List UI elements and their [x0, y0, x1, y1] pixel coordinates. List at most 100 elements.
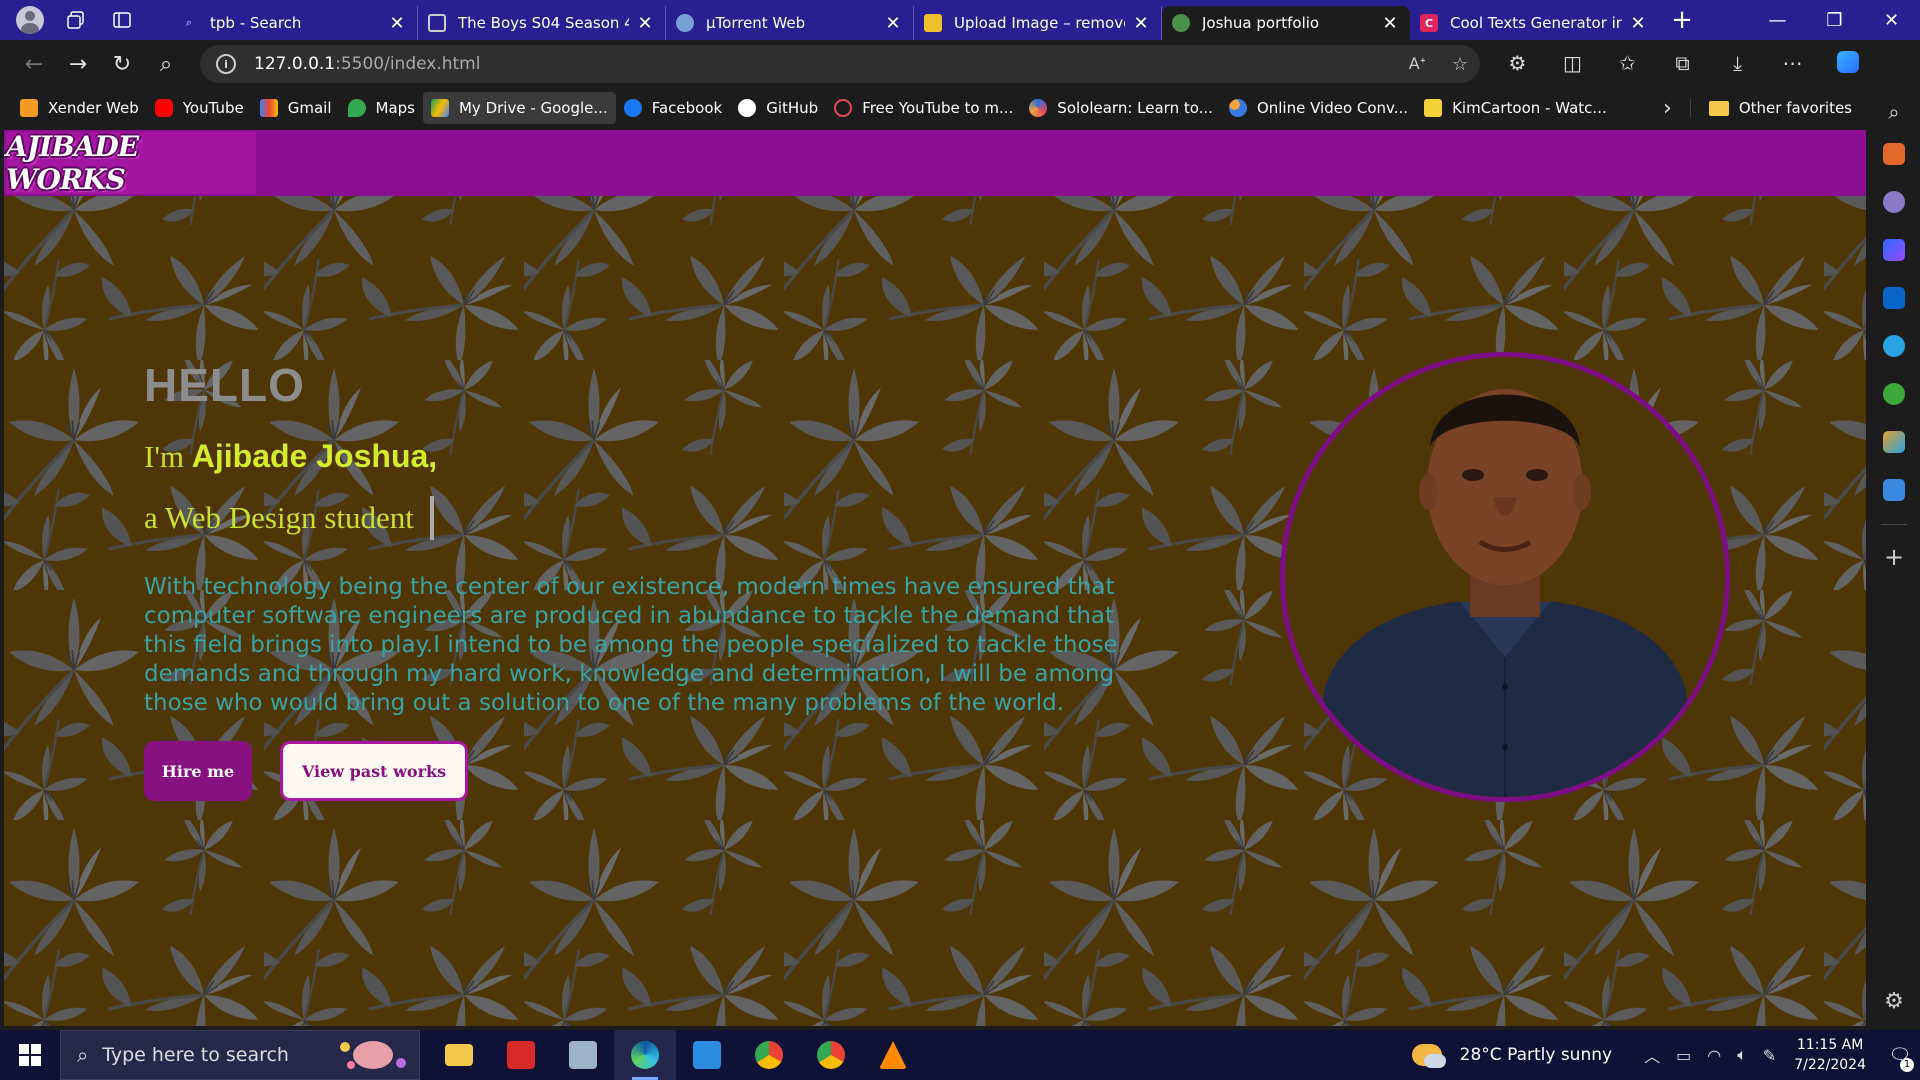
address-bar[interactable]: i 127.0.0.1:5500/index.html Aᐩ ☆: [200, 45, 1480, 83]
start-button[interactable]: [0, 1030, 60, 1080]
copilot-icon[interactable]: [1820, 50, 1875, 78]
bookmark-xender[interactable]: Xender Web: [12, 92, 147, 124]
minimize-icon[interactable]: —: [1749, 10, 1806, 31]
search-placeholder: Type here to search: [102, 1044, 289, 1066]
close-icon[interactable]: ✕: [883, 13, 903, 34]
photos-app-button[interactable]: [552, 1030, 614, 1080]
window-close-icon[interactable]: ✕: [1863, 10, 1920, 31]
bookmark-google-drive[interactable]: My Drive - Google...: [422, 92, 616, 124]
bookmark-sololearn[interactable]: Sololearn: Learn to...: [1021, 92, 1221, 124]
bookmark-youtube[interactable]: YouTube: [147, 92, 252, 124]
close-icon[interactable]: ✕: [1131, 13, 1151, 34]
notifications-icon[interactable]: 🗨︎ 1: [1880, 1045, 1920, 1072]
volume-icon[interactable]: 🔈︎: [1737, 1045, 1747, 1065]
close-icon[interactable]: ✕: [635, 13, 655, 34]
favorite-star-icon[interactable]: ☆: [1452, 54, 1468, 75]
taskbar-search[interactable]: ⌕ Type here to search: [60, 1030, 420, 1080]
bookmark-youtube-converter[interactable]: Free YouTube to m...: [826, 92, 1021, 124]
telegram-icon[interactable]: [1883, 335, 1905, 357]
bookmark-label: Xender Web: [48, 99, 139, 117]
windows-taskbar: ⌕ Type here to search 28°C Partly sunny …: [0, 1030, 1920, 1080]
chrome-icon: [817, 1041, 845, 1069]
pen-icon[interactable]: ✎: [1763, 1046, 1776, 1065]
close-icon[interactable]: ✕: [387, 13, 407, 34]
cooltext-favicon-icon: C: [1420, 14, 1438, 32]
bookmark-video-converter[interactable]: Online Video Conv...: [1221, 92, 1416, 124]
back-button[interactable]: ←: [12, 44, 56, 84]
clock[interactable]: 11:15 AM 7/22/2024: [1794, 1035, 1866, 1075]
bookmark-label: Facebook: [651, 99, 723, 117]
restore-icon[interactable]: ❐: [1806, 10, 1863, 31]
video-converter-icon: [1228, 99, 1247, 117]
github-icon: [738, 99, 757, 117]
gmail-icon: [259, 99, 278, 117]
wifi-icon[interactable]: ◠: [1707, 1046, 1721, 1065]
outlook-icon[interactable]: [1883, 287, 1905, 309]
workspaces-button[interactable]: [56, 4, 96, 36]
tab-actions-button[interactable]: [102, 4, 142, 36]
bookmark-gmail[interactable]: Gmail: [252, 92, 340, 124]
new-tab-button[interactable]: +: [1658, 5, 1706, 35]
bookmark-maps[interactable]: Maps: [340, 92, 423, 124]
close-icon[interactable]: ✕: [1380, 13, 1400, 34]
toolbar-icons: ⚙ ◫ ✩ ⧉ ⤓ ⋯: [1490, 50, 1875, 78]
profile-button[interactable]: [10, 4, 50, 36]
site-info-icon[interactable]: i: [216, 54, 236, 74]
games-icon[interactable]: [1883, 191, 1905, 213]
profile-photo: [1280, 352, 1730, 802]
sidebar-divider: [1881, 524, 1907, 525]
tree-icon[interactable]: [1883, 383, 1905, 405]
vc-app-button[interactable]: [490, 1030, 552, 1080]
hire-me-button[interactable]: Hire me: [144, 741, 252, 801]
refresh-button[interactable]: ↻: [100, 44, 144, 84]
close-icon[interactable]: ✕: [1628, 13, 1648, 34]
browser-tab-active[interactable]: Joshua portfolio ✕: [1162, 6, 1410, 40]
extensions-icon[interactable]: ⚙: [1490, 51, 1545, 78]
view-past-works-button[interactable]: View past works: [280, 741, 468, 801]
bookmark-facebook[interactable]: Facebook: [616, 92, 730, 124]
bookmark-kimcartoon[interactable]: KimCartoon - Watc...: [1416, 92, 1615, 124]
chevron-right-icon[interactable]: ›: [1645, 96, 1690, 121]
battery-icon[interactable]: ▭: [1676, 1046, 1691, 1065]
browser-tab[interactable]: µTorrent Web ✕: [666, 6, 914, 40]
add-sidebar-app-icon[interactable]: +: [1884, 543, 1904, 571]
copilot-sidebar-icon[interactable]: [1883, 239, 1905, 261]
favorites-icon[interactable]: ✩: [1600, 51, 1655, 78]
file-explorer-button[interactable]: [428, 1030, 490, 1080]
converter-icon: [834, 99, 853, 117]
chrome-profile-button[interactable]: [800, 1030, 862, 1080]
folder-icon: [1708, 100, 1729, 116]
taskbar-apps: [428, 1030, 924, 1080]
weather-text[interactable]: 28°C Partly sunny: [1460, 1045, 1612, 1065]
split-screen-icon[interactable]: ◫: [1545, 51, 1600, 78]
bookmark-github[interactable]: GitHub: [730, 92, 826, 124]
sidebar-settings-icon[interactable]: ⚙: [1884, 989, 1904, 1014]
browser-tab[interactable]: Upload Image – remove.bg ✕: [914, 6, 1162, 40]
search-icon[interactable]: ⌕: [144, 44, 188, 84]
edge-button[interactable]: [614, 1030, 676, 1080]
bookmark-label: Online Video Conv...: [1256, 99, 1409, 117]
typing-cursor: [429, 496, 434, 540]
chevron-up-icon[interactable]: ︿: [1644, 1043, 1660, 1067]
vscode-button[interactable]: [676, 1030, 738, 1080]
downloads-icon[interactable]: ⤓: [1710, 51, 1765, 78]
shopping-tag-icon[interactable]: [1883, 479, 1905, 501]
vscode-icon: [693, 1041, 721, 1069]
tab-title: Joshua portfolio: [1202, 14, 1320, 32]
drop-icon[interactable]: [1883, 431, 1905, 453]
browser-tab[interactable]: The Boys S04 Season 4 1080p ✕: [418, 6, 666, 40]
other-favorites-folder[interactable]: Other favorites: [1689, 99, 1868, 117]
read-aloud-icon[interactable]: Aᐩ: [1409, 54, 1426, 75]
site-logo[interactable]: AJIBADE WORKS: [6, 130, 256, 196]
collections-icon[interactable]: ⧉: [1655, 51, 1710, 78]
tools-icon[interactable]: [1883, 143, 1905, 165]
browser-tab[interactable]: ⌕ tpb - Search ✕: [170, 6, 418, 40]
chrome-icon: [755, 1041, 783, 1069]
chrome-button[interactable]: [738, 1030, 800, 1080]
forward-button[interactable]: →: [56, 44, 100, 84]
sidebar-search-icon[interactable]: ⌕: [1888, 100, 1899, 124]
sololearn-icon: [1029, 99, 1048, 117]
vlc-button[interactable]: [862, 1030, 924, 1080]
more-menu-icon[interactable]: ⋯: [1765, 51, 1820, 78]
browser-tab[interactable]: C Cool Texts Generator in Seconds ✕: [1410, 6, 1658, 40]
